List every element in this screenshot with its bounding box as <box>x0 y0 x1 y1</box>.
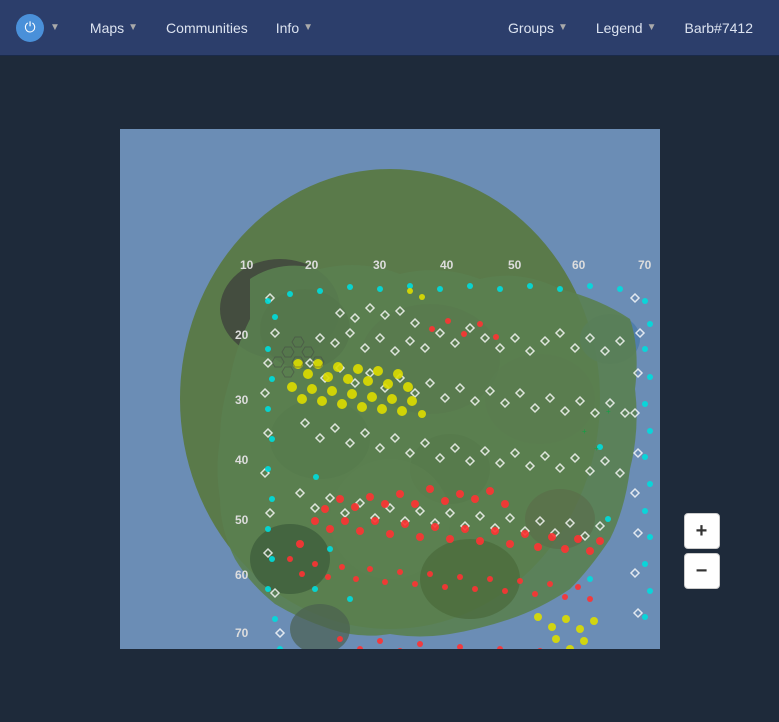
nav-item-maps[interactable]: Maps ▼ <box>80 14 148 42</box>
zoom-controls: + − <box>684 513 720 589</box>
svg-text:30: 30 <box>235 393 249 407</box>
main-content: 10 20 30 40 50 60 70 80 20 30 40 50 60 7… <box>0 56 779 722</box>
nav-item-groups[interactable]: Groups ▼ <box>498 14 578 42</box>
zoom-out-button[interactable]: − <box>684 553 720 589</box>
map-container: 10 20 30 40 50 60 70 80 20 30 40 50 60 7… <box>120 129 660 649</box>
svg-text:20: 20 <box>305 258 319 272</box>
nav-user-label: Barb#7412 <box>684 20 753 36</box>
svg-text:60: 60 <box>235 568 249 582</box>
svg-text:20: 20 <box>235 328 249 342</box>
svg-text:60: 60 <box>572 258 586 272</box>
nav-legend-label: Legend <box>596 20 643 36</box>
map-canvas[interactable]: 10 20 30 40 50 60 70 80 20 30 40 50 60 7… <box>120 129 660 649</box>
svg-text:50: 50 <box>235 513 249 527</box>
nav-item-legend[interactable]: Legend ▼ <box>586 14 667 42</box>
navbar: ⏻ ▼ Maps ▼ Communities Info ▼ Groups ▼ L… <box>0 0 779 56</box>
svg-text:+: + <box>582 427 587 436</box>
svg-text:40: 40 <box>235 453 249 467</box>
svg-text:70: 70 <box>235 626 249 640</box>
nav-maps-label: Maps <box>90 20 124 36</box>
svg-text:50: 50 <box>508 258 522 272</box>
info-dropdown-icon: ▼ <box>303 22 313 33</box>
nav-item-info[interactable]: Info ▼ <box>266 14 323 42</box>
nav-info-label: Info <box>276 20 299 36</box>
nav-communities-label: Communities <box>166 20 248 36</box>
nav-groups-label: Groups <box>508 20 554 36</box>
maps-dropdown-icon: ▼ <box>128 22 138 33</box>
brand-dropdown-arrow[interactable]: ▼ <box>50 22 60 33</box>
svg-text:70: 70 <box>638 258 652 272</box>
svg-text:+: + <box>606 407 611 416</box>
nav-item-communities[interactable]: Communities <box>156 14 258 42</box>
svg-text:30: 30 <box>373 258 387 272</box>
legend-dropdown-icon: ▼ <box>647 22 657 33</box>
nav-user[interactable]: Barb#7412 <box>674 14 763 42</box>
power-icon: ⏻ <box>16 14 44 42</box>
zoom-in-button[interactable]: + <box>684 513 720 549</box>
groups-dropdown-icon: ▼ <box>558 22 568 33</box>
svg-text:40: 40 <box>440 258 454 272</box>
map-svg: 10 20 30 40 50 60 70 80 20 30 40 50 60 7… <box>120 129 660 649</box>
nav-brand[interactable]: ⏻ ▼ <box>16 14 60 42</box>
svg-text:10: 10 <box>240 258 254 272</box>
svg-text:+: + <box>594 444 599 453</box>
